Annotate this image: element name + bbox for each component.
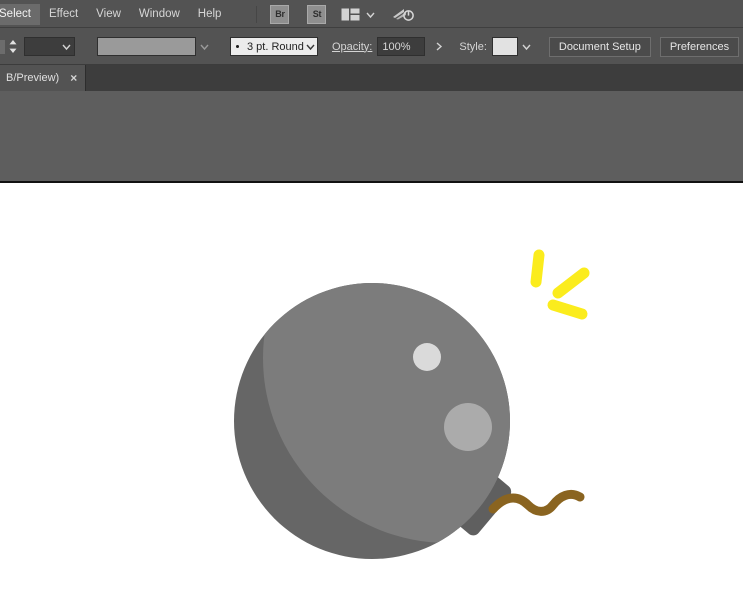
- control-bar-left-clipped-control[interactable]: [0, 39, 5, 54]
- chevron-right-icon[interactable]: [432, 37, 445, 56]
- document-setup-button[interactable]: Document Setup: [548, 36, 651, 57]
- menu-bar-divider: [256, 5, 258, 23]
- document-tab[interactable]: B/Preview) ×: [0, 65, 87, 91]
- style-group: Style:: [459, 28, 535, 65]
- opacity-label[interactable]: Opacity:: [332, 41, 372, 53]
- opacity-group: Opacity: 100%: [332, 28, 445, 65]
- bomb-body-light: [263, 283, 510, 543]
- illustrator-window: Select Effect View Window Help Br St 3 p…: [0, 0, 743, 614]
- opacity-value: 100%: [382, 40, 411, 53]
- bomb-illustration[interactable]: [0, 183, 743, 614]
- chevron-down-icon[interactable]: [58, 38, 74, 55]
- chevron-down-icon[interactable]: [365, 9, 376, 20]
- menu-item-select[interactable]: Select: [0, 3, 40, 25]
- style-swatch[interactable]: [491, 37, 518, 56]
- control-bar: 3 pt. Round Opacity: 100% Style: Documen…: [0, 28, 743, 65]
- select-similar-group: [739, 28, 743, 65]
- sync-settings-icon[interactable]: [392, 6, 415, 22]
- document-chrome-area: [0, 91, 743, 182]
- document-buttons-group: Document Setup Preferences: [548, 28, 740, 65]
- document-tab-label: B/Preview): [6, 72, 60, 84]
- document-tab-bar: B/Preview) ×: [0, 65, 743, 91]
- chevron-down-icon[interactable]: [304, 37, 317, 56]
- bomb-highlight-large: [444, 403, 492, 451]
- artboard-canvas[interactable]: [0, 183, 743, 614]
- arrange-documents-icon[interactable]: [341, 8, 360, 21]
- stroke-weight-input[interactable]: [24, 37, 75, 56]
- chevron-down-icon[interactable]: [196, 37, 213, 56]
- brush-definition-value: 3 pt. Round: [247, 40, 304, 53]
- opacity-input[interactable]: 100%: [377, 37, 426, 56]
- preferences-button[interactable]: Preferences: [659, 36, 740, 57]
- adobe-bridge-button[interactable]: Br: [270, 4, 290, 24]
- stroke-profile-dropdown[interactable]: [97, 37, 196, 56]
- menu-item-help[interactable]: Help: [189, 4, 231, 25]
- close-icon[interactable]: ×: [70, 72, 77, 84]
- menu-item-window[interactable]: Window: [130, 4, 189, 25]
- menu-bar: Select Effect View Window Help Br St: [0, 0, 743, 28]
- menu-item-effect[interactable]: Effect: [40, 4, 87, 25]
- style-label: Style:: [459, 40, 487, 53]
- brush-definition-dropdown[interactable]: 3 pt. Round: [230, 37, 318, 56]
- spark-ray-bottom: [547, 299, 588, 320]
- bomb-fuse: [488, 489, 585, 516]
- spark-ray-middle: [552, 267, 590, 299]
- spark-ray-top: [530, 249, 545, 288]
- stroke-profile-group: [89, 28, 213, 65]
- adobe-stock-button[interactable]: St: [307, 4, 327, 24]
- stroke-weight-group: [0, 28, 75, 65]
- stepper-up-down-icon[interactable]: [7, 38, 19, 55]
- bomb-highlight-small: [413, 343, 441, 371]
- brush-stroke-dot-icon: [236, 45, 239, 48]
- brush-definition-group: 3 pt. Round: [227, 28, 318, 65]
- bomb-spark: [530, 249, 590, 320]
- chevron-down-icon[interactable]: [518, 37, 535, 56]
- menu-item-view[interactable]: View: [87, 4, 130, 25]
